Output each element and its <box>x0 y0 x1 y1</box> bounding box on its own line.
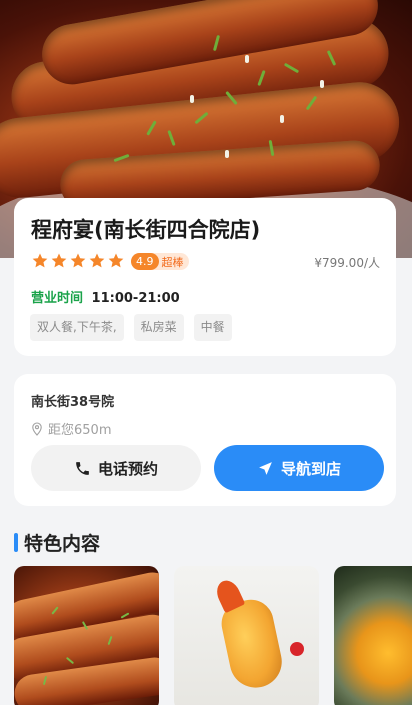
distance-text: 距您650m <box>48 423 112 438</box>
star-icon <box>32 253 48 268</box>
location-pin-icon <box>32 421 42 436</box>
star-icon <box>108 253 124 268</box>
street-address: 南长街38号院 <box>31 395 115 410</box>
section-title-text: 特色内容 <box>24 533 101 555</box>
restaurant-info-card: 程府宴(南长街四合院店) 4.9 超棒 ¥799.00/人 营业时间 11:00… <box>14 198 396 356</box>
navigate-label: 导航到店 <box>280 459 341 478</box>
restaurant-name: 程府宴(南长街四合院店) <box>31 218 261 242</box>
distance: 距您650m <box>31 419 111 438</box>
navigation-arrow-icon <box>259 461 272 475</box>
price-per-person: ¥799.00/人 <box>314 256 380 270</box>
phone-icon <box>76 461 89 475</box>
score-badge: 4.9 超棒 <box>131 253 189 270</box>
hours-value: 11:00-21:00 <box>91 291 180 306</box>
tag-chip: 私房菜 <box>133 314 184 341</box>
hours-label: 营业时间 <box>31 291 84 306</box>
featured-item[interactable] <box>14 566 159 705</box>
section-accent-bar <box>14 533 18 552</box>
call-reserve-button[interactable]: 电话预约 <box>31 445 201 491</box>
star-icon <box>51 253 67 268</box>
score-tag: 超棒 <box>161 255 184 269</box>
section-title: 特色内容 <box>14 529 100 556</box>
score-value: 4.9 <box>131 253 159 270</box>
opening-hours: 营业时间 11:00-21:00 <box>31 287 180 306</box>
tag-chip: 双人餐,下午茶, <box>30 314 124 341</box>
rating-stars <box>31 252 125 270</box>
address-card: 南长街38号院 距您650m 电话预约 导航到店 <box>14 374 396 506</box>
star-icon <box>89 253 105 268</box>
tag-chip: 中餐 <box>193 314 232 341</box>
category-tags: 双人餐,下午茶, 私房菜 中餐 <box>30 314 232 341</box>
star-icon <box>70 253 86 268</box>
featured-item[interactable] <box>334 566 412 705</box>
featured-item[interactable] <box>174 566 319 705</box>
call-label: 电话预约 <box>97 459 158 478</box>
navigate-button[interactable]: 导航到店 <box>214 445 384 491</box>
